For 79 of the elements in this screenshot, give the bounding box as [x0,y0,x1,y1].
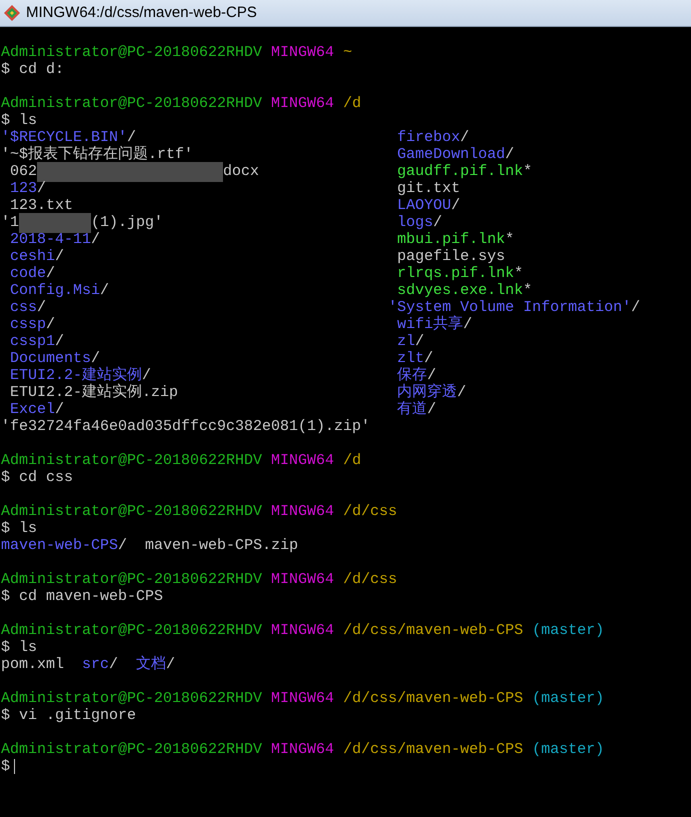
file-entry: pom.xml [1,656,64,673]
prompt-system: MINGW64 [271,571,334,588]
prompt-branch: (master) [532,741,604,758]
app-icon [4,5,20,21]
prompt-system: MINGW64 [271,44,334,61]
file-entry: Documents/ [9,350,100,367]
file-entry: 保存/ [396,367,436,384]
file-entry: 123/ [9,180,46,197]
file-entry: css/ [9,299,46,316]
file-entry: 'System Volume Information'/ [388,299,640,316]
file-entry: Excel/ [9,401,64,418]
window-title: MINGW64:/d/css/maven-web-CPS [26,2,257,23]
file-entry: code/ [9,265,56,282]
file-entry: sdvyes.exe.lnk* [396,282,532,299]
file-entry: zlt/ [396,350,434,367]
prompt-system: MINGW64 [271,622,334,639]
command-text: $ ls [1,639,38,656]
file-entry: logs/ [396,214,442,231]
prompt-user: Administrator@PC-20180622RHDV [1,622,262,639]
prompt-system: MINGW64 [271,95,334,112]
file-name: docx [223,163,260,180]
file-entry: 有道/ [396,401,436,418]
file-entry: 内网穿透/ [396,384,466,401]
command-text: $ vi .gitignore [1,707,136,724]
command-text: $ ls [1,112,38,129]
file-entry: '~$报表下钻存在问题.rtf' [1,146,194,163]
file-name: 062 [10,163,38,180]
prompt-branch: (master) [532,690,604,707]
prompt-system: MINGW64 [271,452,334,469]
file-entry: src/ [82,656,118,673]
file-entry: ETUI2.2-建站实例/ [9,367,152,384]
file-entry: wifi共享/ [396,316,472,333]
prompt-system: MINGW64 [271,690,334,707]
prompt-branch: (master) [532,622,604,639]
command-text: $ cd maven-web-CPS [1,588,164,605]
file-entry: LAOYOU/ [396,197,460,214]
file-entry: ceshi/ [9,248,64,265]
prompt-system: MINGW64 [271,503,334,520]
command-text: $ cd d: [1,61,64,78]
prompt-path: /d/css/maven-web-CPS [343,690,524,707]
file-entry: pagefile.sys [396,248,506,265]
command-text: $ cd css [1,469,74,486]
file-entry: zl/ [396,333,424,350]
file-entry: firebox/ [396,129,470,146]
file-entry: 2018-4-11/ [9,231,100,248]
prompt-user: Administrator@PC-20180622RHDV [1,571,262,588]
prompt-user: Administrator@PC-20180622RHDV [1,452,262,469]
file-entry: rlrqs.pif.lnk* [396,265,524,282]
command-text: $ [1,758,10,775]
file-entry: maven-web-CPS/ [1,537,128,554]
prompt-user: Administrator@PC-20180622RHDV [1,690,262,707]
prompt-path: /d/css [343,571,398,588]
prompt-path: /d [343,95,362,112]
prompt-path: /d [343,452,362,469]
file-name: '1 [1,214,20,231]
file-entry: '$RECYCLE.BIN'/ [1,129,136,146]
file-entry: 文档/ [136,656,176,673]
file-entry: GameDownload/ [396,146,514,163]
file-entry: 123.txt [9,197,74,214]
file-entry: ETUI2.2-建站实例.zip [9,384,178,401]
file-entry: cssp/ [9,316,56,333]
prompt-system: MINGW64 [271,741,334,758]
prompt-user: Administrator@PC-20180622RHDV [1,503,262,520]
prompt-path: ~ [343,44,352,61]
command-text: $ ls [1,520,38,537]
prompt-user: Administrator@PC-20180622RHDV [1,741,262,758]
file-entry: 'fe32724fa46e0ad035dffcc9c382e081(1).zip' [1,418,370,435]
prompt-path: /d/css [343,503,398,520]
file-entry: maven-web-CPS.zip [145,537,298,554]
file-name: (1).jpg' [91,214,164,231]
file-entry: mbui.pif.lnk* [396,231,514,248]
prompt-user: Administrator@PC-20180622RHDV [1,44,262,61]
prompt-user: Administrator@PC-20180622RHDV [1,95,262,112]
prompt-path: /d/css/maven-web-CPS [343,741,524,758]
file-entry: gaudff.pif.lnk* [396,163,532,180]
file-entry: git.txt [396,180,460,197]
file-entry: Config.Msi/ [9,282,110,299]
prompt-path: /d/css/maven-web-CPS [343,622,524,639]
file-entry: cssp1/ [9,333,64,350]
